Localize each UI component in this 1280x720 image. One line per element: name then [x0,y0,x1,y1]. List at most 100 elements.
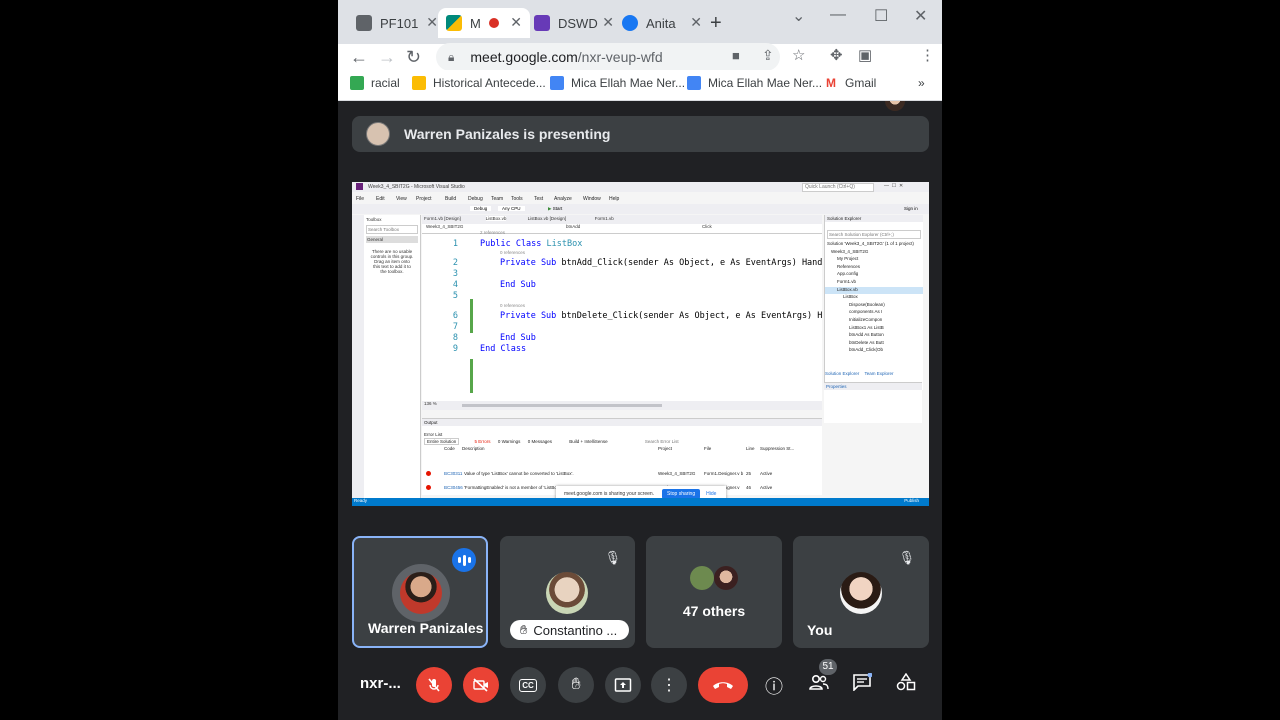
meeting-code[interactable]: nxr-... [360,675,401,692]
camera-icon[interactable]: ■ [732,48,740,63]
nav-object[interactable]: btnAdd [566,224,580,229]
raise-hand-button[interactable]: ✋︎ [558,667,594,703]
sidepanel-icon[interactable]: ▣ [858,46,872,64]
code-editor[interactable]: Form1.vb [Design] ListBox.vb ListBox.vb [D… [422,215,822,410]
chat-icon[interactable] [852,672,873,696]
vs-menu-item[interactable]: File [356,196,364,202]
warnings-filter[interactable]: 0 Warnings [498,439,521,444]
solution-item[interactable]: My Project [825,256,923,264]
vs-menu-item[interactable]: Tools [511,196,523,202]
editor-hscroll[interactable]: 136 % [422,401,822,410]
solution-item[interactable]: btnAdd_Click(Ob [825,347,923,355]
mic-off-button[interactable] [416,667,452,703]
lock-icon[interactable]: 🔒︎ [448,50,454,65]
solution-item[interactable]: Dispose(Boolean) [825,302,923,310]
error-row[interactable]: BC30311 Value of type 'ListBox' cannot be… [426,471,818,479]
vs-menu-item[interactable]: View [396,196,407,202]
browser-tab-1[interactable]: M ✕ [438,8,530,38]
config-dropdown[interactable]: Debug [470,206,492,211]
error-column-header[interactable]: Suppression St... [760,446,794,451]
document-tab[interactable]: ListBox.vb [Design] [528,216,567,221]
people-icon[interactable] [808,673,830,696]
browser-tab-3[interactable]: Anita ✕ [622,8,702,38]
new-tab-button[interactable]: + [710,8,722,38]
meeting-info-icon[interactable]: ⓘ [765,673,783,699]
error-column-header[interactable]: File [704,446,711,451]
solution-item[interactable]: Form1.vb [825,279,923,287]
camera-off-button[interactable] [463,667,499,703]
zoom-level[interactable]: 136 % [424,401,437,406]
participant-tile-self[interactable]: 🎙︎ You [793,536,929,648]
vs-menu-item[interactable]: Test [534,196,543,202]
vs-window-controls[interactable]: — ☐ ✕ [884,183,903,189]
solution-item[interactable]: Solution 'Week3_4_SBIT2G' (1 of 1 projec… [825,241,923,249]
solution-search[interactable]: Search Solution Explorer (Ctrl+;) [827,230,921,239]
nav-event[interactable]: Click [702,224,712,229]
bookmark-4[interactable]: M Gmail [824,76,876,90]
forward-icon[interactable]: → [378,44,396,70]
publish-button[interactable]: Publish [904,498,919,503]
scroll-thumb[interactable] [462,404,662,407]
vs-menu-item[interactable]: Debug [468,196,483,202]
vs-menu-item[interactable]: Team [491,196,503,202]
close-tab-icon[interactable]: ✕ [426,14,438,31]
address-bar[interactable]: 🔒︎ meet.google.com/nxr-veup-wfd ■ ⇪ [436,43,780,71]
nav-project[interactable]: Week3_4_SBIT2G [426,224,463,229]
solution-item[interactable]: ListBox1 As ListB [825,325,923,333]
messages-filter[interactable]: 0 Messages [528,439,552,444]
vs-menu-item[interactable]: Edit [376,196,385,202]
browser-tab-0[interactable]: PF101 ✕ [356,8,438,38]
solution-item[interactable]: InitializeCompon [825,317,923,325]
solution-item[interactable]: components As I [825,309,923,317]
bookmark-0[interactable]: racial [350,76,400,90]
sign-in-link[interactable]: Sign in [904,206,918,211]
solution-item[interactable]: ListBox.vb [825,286,923,295]
solution-item[interactable]: References [825,264,923,272]
close-tab-icon[interactable]: ✕ [510,14,522,31]
solution-item[interactable]: ListBox [825,294,923,302]
more-bookmarks-button[interactable]: » [918,76,925,90]
bookmark-2[interactable]: Mica Ellah Mae Ner... [550,76,685,90]
reference-count[interactable]: 0 references [500,303,525,308]
quick-launch[interactable]: Quick Launch (Ctrl+Q) [802,183,874,192]
tab-team-explorer[interactable]: Team Explorer [865,371,894,376]
start-button[interactable]: ▶ Start [548,206,562,212]
reference-count[interactable]: 2 references [480,230,505,235]
back-icon[interactable]: ← [350,44,368,70]
solution-item[interactable]: App.config [825,271,923,279]
error-column-header[interactable]: Code [444,446,455,451]
solution-item[interactable]: btnDelete As Butt [825,340,923,348]
close-tab-icon[interactable]: ✕ [690,14,702,31]
vs-menu-item[interactable]: Project [416,196,432,202]
build-filter[interactable]: Build + IntelliSense [569,439,607,444]
participant-tile-presenter[interactable]: Warren Panizales [352,536,488,648]
bookmark-1[interactable]: Historical Antecede... [412,76,546,90]
error-scope-dropdown[interactable]: Entire Solution [424,438,460,445]
document-tab[interactable]: ListBox.vb [485,216,507,221]
error-column-header[interactable]: Description [462,446,485,451]
close-window-icon[interactable]: ✕ [914,6,927,26]
hide-button[interactable]: Hide [706,491,716,497]
solution-item[interactable]: Week3_4_SBIT2G [825,249,923,257]
vs-menu-item[interactable]: Build [445,196,456,202]
reload-icon[interactable]: ↻ [406,44,421,70]
tab-search-icon[interactable]: ⌄ [792,6,805,26]
toolbox-group[interactable]: General [366,236,418,243]
share-icon[interactable]: ⇪ [762,47,774,64]
document-tab[interactable]: Form1.vb [Design] [424,216,461,221]
document-tab[interactable]: Form1.vb [595,216,614,221]
solution-item[interactable]: btnAdd As Button [825,332,923,340]
present-button[interactable] [605,667,641,703]
reference-count[interactable]: 0 references [500,250,525,255]
activities-icon[interactable] [896,672,916,696]
maximize-icon[interactable]: ☐ [874,6,888,26]
star-icon[interactable]: ☆ [792,46,805,64]
vs-menu-item[interactable]: Window [583,196,601,202]
minimize-icon[interactable]: — [830,6,846,24]
captions-button[interactable]: CC [510,667,546,703]
participant-tile[interactable]: 🎙︎ ✋︎ Constantino ... [500,536,635,648]
errors-filter[interactable]: 5 Errors [475,439,491,444]
error-search[interactable]: Search Error List [645,439,679,444]
more-options-button[interactable]: ⋮ [651,667,687,703]
participant-tile-others[interactable]: 47 others [646,536,782,648]
